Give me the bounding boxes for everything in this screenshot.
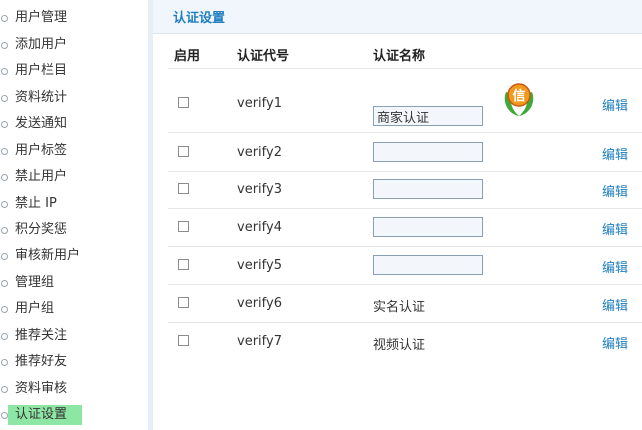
- verification-badge-icon: 信: [504, 83, 534, 116]
- edit-link[interactable]: 编辑: [602, 144, 628, 163]
- verify-code: verify5: [237, 258, 282, 273]
- edit-link[interactable]: 编辑: [602, 333, 628, 352]
- verify-code: verify2: [237, 145, 282, 160]
- sidebar-item-label: 用户组: [15, 301, 55, 316]
- bullet-icon: [1, 227, 8, 234]
- verify-code: verify3: [237, 182, 282, 197]
- enable-checkbox[interactable]: [178, 335, 189, 346]
- verify-name-input[interactable]: [373, 255, 483, 275]
- bullet-icon: [1, 15, 8, 22]
- row-divider: [168, 322, 642, 323]
- sidebar-item-profile-review[interactable]: 资料审核: [0, 378, 146, 400]
- row-divider: [168, 246, 642, 247]
- column-header-enabled: 启用: [174, 49, 201, 64]
- bullet-icon: [1, 68, 8, 75]
- sidebar-item-label: 用户标签: [15, 143, 68, 158]
- header-divider: [168, 68, 642, 69]
- row-divider: [168, 284, 642, 285]
- row-divider: [168, 132, 642, 133]
- bullet-icon: [1, 280, 8, 287]
- edit-link[interactable]: 编辑: [602, 257, 628, 276]
- column-header-code: 认证代号: [237, 49, 290, 64]
- sidebar-item-recommend-follow[interactable]: 推荐关注: [0, 325, 146, 347]
- sidebar-item-profile-stats[interactable]: 资料统计: [0, 87, 146, 109]
- enable-checkbox[interactable]: [178, 183, 189, 194]
- edit-link[interactable]: 编辑: [602, 95, 628, 114]
- bullet-icon: [1, 386, 8, 393]
- sidebar-item-ban-user[interactable]: 禁止用户: [0, 166, 146, 188]
- sidebar-item-label: 发送通知: [15, 116, 68, 131]
- sidebar-item-label: 推荐关注: [15, 328, 68, 343]
- row-divider: [168, 208, 642, 209]
- main-content: 认证设置 启用 认证代号 认证名称 verify1 信 编辑 verify2 编…: [153, 0, 642, 430]
- enable-checkbox[interactable]: [178, 97, 189, 108]
- sidebar-item-admin-groups[interactable]: 管理组: [0, 272, 146, 294]
- verify-code: verify4: [237, 220, 282, 235]
- verify-name-text: 视频认证: [373, 338, 426, 353]
- bullet-icon: [1, 359, 8, 366]
- bullet-icon: [1, 253, 8, 260]
- sidebar-item-label: 推荐好友: [15, 354, 68, 369]
- bullet-icon: [1, 333, 8, 340]
- svg-text:信: 信: [512, 88, 525, 104]
- enable-checkbox[interactable]: [178, 221, 189, 232]
- bullet-icon: [1, 306, 8, 313]
- sidebar-item-verification-settings[interactable]: 认证设置: [0, 404, 146, 426]
- row-divider: [168, 171, 642, 172]
- sidebar-item-label: 审核新用户: [15, 248, 81, 263]
- sidebar-item-review-new-users[interactable]: 审核新用户: [0, 245, 146, 267]
- bullet-icon: [1, 201, 8, 208]
- sidebar-item-recommend-friends[interactable]: 推荐好友: [0, 351, 146, 373]
- sidebar-item-label: 禁止用户: [15, 169, 68, 184]
- enable-checkbox[interactable]: [178, 146, 189, 157]
- enable-checkbox[interactable]: [178, 297, 189, 308]
- sidebar-item-add-user[interactable]: 添加用户: [0, 34, 146, 56]
- edit-link[interactable]: 编辑: [602, 295, 628, 314]
- verify-name-text: 实名认证: [373, 300, 426, 315]
- sidebar-item-label: 用户栏目: [15, 63, 68, 78]
- verify-name-input[interactable]: [373, 217, 483, 237]
- sidebar-item-label: 资料统计: [15, 90, 68, 105]
- sidebar-item-label: 认证设置: [15, 407, 68, 422]
- sidebar-item-user-management[interactable]: 用户管理: [0, 7, 146, 29]
- sidebar-item-user-columns[interactable]: 用户栏目: [0, 60, 146, 82]
- verify-code: verify1: [237, 96, 282, 111]
- sidebar-nav: 用户管理 添加用户 用户栏目 资料统计 发送通知 用户标签 禁止用户 禁止 IP…: [0, 0, 153, 430]
- verify-code: verify7: [237, 334, 282, 349]
- bullet-icon: [1, 42, 8, 49]
- bullet-icon: [1, 95, 8, 102]
- sidebar-item-label: 禁止 IP: [15, 196, 57, 211]
- sidebar-item-user-groups[interactable]: 用户组: [0, 298, 146, 320]
- enable-checkbox[interactable]: [178, 259, 189, 270]
- sidebar-item-user-tags[interactable]: 用户标签: [0, 140, 146, 162]
- bullet-icon: [1, 121, 8, 128]
- bullet-icon: [1, 148, 8, 155]
- sidebar-item-label: 积分奖惩: [15, 222, 68, 237]
- bullet-icon: [1, 174, 8, 181]
- bullet-icon: [1, 412, 8, 419]
- sidebar-item-label: 添加用户: [15, 37, 68, 52]
- edit-link[interactable]: 编辑: [602, 219, 628, 238]
- verify-name-input[interactable]: [373, 106, 483, 126]
- sidebar-item-label: 用户管理: [15, 10, 68, 25]
- edit-link[interactable]: 编辑: [602, 181, 628, 200]
- sidebar-item-send-notice[interactable]: 发送通知: [0, 113, 146, 135]
- column-header-name: 认证名称: [373, 49, 426, 64]
- page-title: 认证设置: [173, 11, 226, 26]
- sidebar-item-label: 管理组: [15, 275, 55, 290]
- sidebar-item-credit-rewards[interactable]: 积分奖惩: [0, 219, 146, 241]
- verify-code: verify6: [237, 296, 282, 311]
- verify-name-input[interactable]: [373, 179, 483, 199]
- verify-name-input[interactable]: [373, 142, 483, 162]
- title-bar: 认证设置: [153, 0, 642, 34]
- sidebar-item-ban-ip[interactable]: 禁止 IP: [0, 193, 146, 215]
- sidebar-item-label: 资料审核: [15, 381, 68, 396]
